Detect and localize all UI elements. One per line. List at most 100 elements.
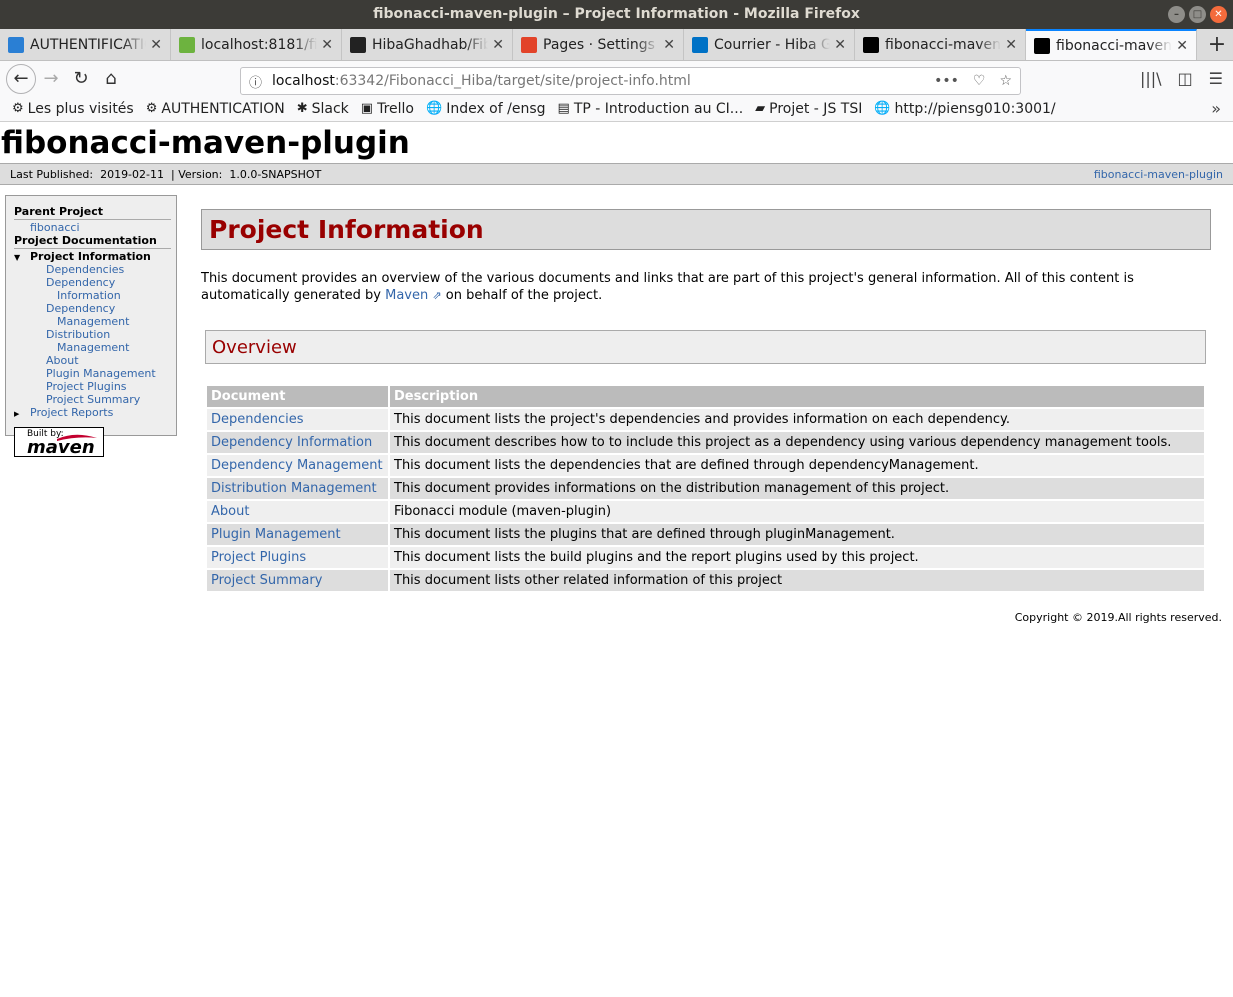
built-by-maven-logo[interactable]: Built by: maven [14, 427, 104, 458]
document-link[interactable]: Dependency Management [211, 458, 383, 473]
gitlab-icon [521, 36, 537, 53]
breadcrumb-project-link[interactable]: fibonacci-maven-plugin [1094, 168, 1223, 181]
menu-icon[interactable]: ☰ [1209, 69, 1223, 88]
nav-list-item: Project Plugins [14, 380, 171, 393]
bookmark-star-icon[interactable]: ☆ [999, 73, 1012, 89]
bookmark-item[interactable]: 🌐 Index of /ensg [426, 101, 546, 117]
close-tab-icon[interactable]: ✕ [1176, 38, 1188, 54]
pocket-icon[interactable]: ♡ [973, 73, 986, 89]
table-row: Distribution Management This document pro… [207, 478, 1204, 499]
last-published: Last Published: 2019-02-11 | Version: 1.… [10, 167, 322, 181]
more-bookmarks-icon[interactable]: » [1211, 99, 1221, 118]
close-tab-icon[interactable]: ✕ [150, 37, 162, 53]
nav-link[interactable]: Management [57, 315, 129, 328]
maven-external-link[interactable]: Maven [385, 288, 428, 303]
nav-link[interactable]: About [46, 354, 79, 367]
nav-list-item: Distribution [14, 328, 171, 341]
bookmark-item[interactable]: ▰ Projet - JS TSI [755, 101, 862, 117]
browser-tab[interactable]: fibonacci-maven-plugin✕ [855, 29, 1026, 60]
description-cell: This document lists other related inform… [390, 570, 1204, 591]
bookmark-item[interactable]: 🌐 http://piensg010:3001/ [874, 101, 1055, 117]
column-header-description: Description [390, 386, 1204, 407]
nav-list-item: Dependency [14, 302, 171, 315]
nav-list-item: Project Summary [14, 393, 171, 406]
browser-tab[interactable]: localhost:8181/fibonacci✕ [171, 29, 342, 60]
nav-link[interactable]: Dependency [46, 276, 115, 289]
browser-tab[interactable]: HibaGhadhab/Fibonacci✕ [342, 29, 513, 60]
overview-heading-box: Overview [205, 330, 1206, 364]
globe-icon: 🌐 [874, 101, 891, 116]
navigation-toolbar: ← → ↻ ⌂ ⓘ localhost :63342/Fibonacci_Hib… [0, 61, 1233, 96]
nav-link[interactable]: Information [57, 289, 121, 302]
nav-parent-fibonacci[interactable]: fibonacci [30, 221, 80, 234]
minimize-icon[interactable]: – [1168, 6, 1185, 23]
nav-link[interactable]: Project Plugins [46, 380, 127, 393]
site-info-icon[interactable]: ⓘ [249, 72, 262, 91]
bookmark-item[interactable]: ⚙ AUTHENTICATION [146, 101, 285, 117]
nav-project-information[interactable]: Project Information [14, 250, 171, 264]
slack-icon: ✱ [296, 101, 308, 116]
nav-list-item: Dependency [14, 276, 171, 289]
nav-link[interactable]: Project Reports [30, 406, 113, 419]
bookmark-item[interactable]: ▤ TP - Introduction au CI... [558, 101, 744, 117]
spring-leaf-icon [179, 36, 195, 53]
nav-link[interactable]: Dependencies [46, 263, 124, 276]
nav-project-reports[interactable]: Project Reports [14, 406, 171, 421]
page-title: Project Information [209, 215, 484, 244]
document-cell: Dependency Information [207, 432, 388, 453]
page-actions-icon[interactable]: ••• [934, 73, 959, 89]
sidebar-icon[interactable]: ◫ [1178, 69, 1193, 88]
document-link[interactable]: Project Plugins [211, 550, 306, 565]
reload-button[interactable]: ↻ [66, 64, 96, 94]
close-tab-icon[interactable]: ✕ [321, 37, 333, 53]
browser-tab[interactable]: fibonacci-maven-plugin✕ [1026, 29, 1197, 60]
document-link[interactable]: Dependency Information [211, 435, 372, 450]
nav-list-item: Information [14, 289, 171, 302]
document-link[interactable]: Distribution Management [211, 481, 377, 496]
document-link[interactable]: About [211, 504, 249, 519]
document-link[interactable]: Plugin Management [211, 527, 341, 542]
bookmark-item[interactable]: ▣ Trello [361, 101, 414, 117]
browser-tab[interactable]: AUTHENTIFICATION✕ [0, 29, 171, 60]
description-cell: This document lists the dependencies tha… [390, 455, 1204, 476]
bookmark-label: Les plus visités [27, 100, 134, 117]
section-title-box: Project Information [201, 209, 1211, 250]
close-window-icon[interactable]: ✕ [1210, 6, 1227, 23]
close-tab-icon[interactable]: ✕ [1005, 37, 1017, 53]
home-button[interactable]: ⌂ [96, 64, 126, 94]
description-cell: Fibonacci module (maven-plugin) [390, 501, 1204, 522]
tab-label: fibonacci-maven-plugin [1056, 37, 1173, 54]
nav-link[interactable]: Project Summary [46, 393, 140, 406]
bookmarks-toolbar: ⚙ Les plus visités ⚙ AUTHENTICATION ✱ Slack ▣ T… [0, 96, 1233, 122]
browser-tab[interactable]: Courrier - Hiba Ghadhab✕ [684, 29, 855, 60]
bookmark-item[interactable]: ✱ Slack [297, 101, 349, 117]
nav-link[interactable]: Plugin Management [46, 367, 156, 380]
forward-button[interactable]: → [36, 64, 66, 94]
document-link[interactable]: Project Summary [211, 573, 322, 588]
close-tab-icon[interactable]: ✕ [834, 37, 846, 53]
bookmark-label: AUTHENTICATION [161, 100, 285, 117]
tab-strip: AUTHENTIFICATION✕localhost:8181/fibonacc… [0, 29, 1233, 61]
gear-icon: ⚙ [12, 101, 24, 116]
nav-link[interactable]: Dependency [46, 302, 115, 315]
close-tab-icon[interactable]: ✕ [663, 37, 675, 53]
document-link[interactable]: Dependencies [211, 412, 304, 427]
nav-link[interactable]: Management [57, 341, 129, 354]
maximize-icon[interactable]: □ [1189, 6, 1206, 23]
browser-tab[interactable]: Pages · Settings ✕ [513, 29, 684, 60]
window-titlebar: fibonacci-maven-plugin – Project Informa… [0, 0, 1233, 29]
nav-link[interactable]: Distribution [46, 328, 110, 341]
table-header-row: Document Description [207, 386, 1204, 407]
back-button[interactable]: ← [6, 63, 36, 94]
window-controls: – □ ✕ [1168, 6, 1227, 23]
new-tab-button[interactable]: + [1201, 29, 1233, 60]
library-icon[interactable]: |||\ [1140, 69, 1162, 88]
document-cell: Project Plugins [207, 547, 388, 568]
url-bar[interactable]: ⓘ localhost :63342/Fibonacci_Hiba/target… [240, 67, 1021, 95]
document-cell: About [207, 501, 388, 522]
close-tab-icon[interactable]: ✕ [492, 37, 504, 53]
trello-icon: ▣ [360, 101, 374, 116]
bookmark-label: Projet - JS TSI [769, 100, 863, 117]
bookmark-item[interactable]: ⚙ Les plus visités [12, 101, 134, 117]
column-header-document: Document [207, 386, 388, 407]
